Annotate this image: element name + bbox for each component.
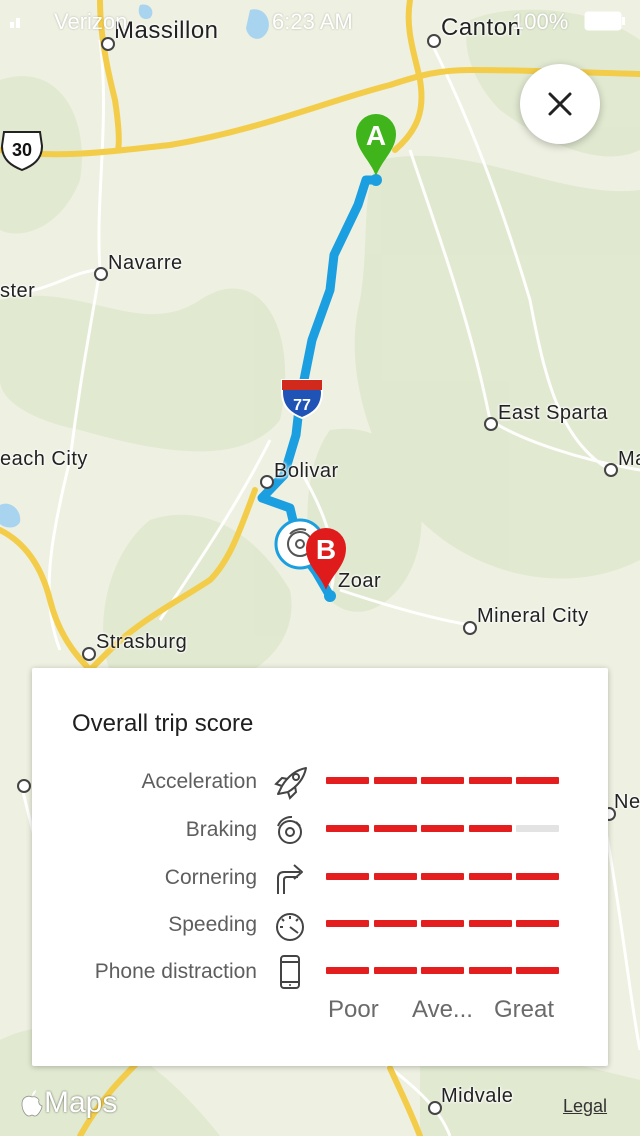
battery-percent: 100% xyxy=(512,9,569,34)
legal-link[interactable]: Legal xyxy=(563,1096,607,1117)
us-30-label: 30 xyxy=(12,140,32,160)
score-bar xyxy=(326,825,562,833)
score-label: Braking xyxy=(185,818,257,841)
score-segment xyxy=(373,777,417,784)
place-ne[interactable]: Ne xyxy=(614,791,640,814)
place-navarre[interactable]: Navarre xyxy=(108,252,183,275)
score-bar xyxy=(326,777,562,785)
speedometer-icon xyxy=(276,913,304,941)
score-segment xyxy=(468,967,512,974)
score-segment xyxy=(516,967,559,974)
score-segment xyxy=(516,873,559,880)
score-segment xyxy=(516,920,559,927)
score-segment xyxy=(516,825,559,832)
place-dot xyxy=(94,267,108,281)
place-dot xyxy=(463,621,477,635)
score-segment xyxy=(373,967,417,974)
score-segment xyxy=(468,825,512,832)
close-icon xyxy=(548,92,572,116)
score-segment xyxy=(421,967,464,974)
score-segment xyxy=(421,920,464,927)
end-marker-label: B xyxy=(316,534,336,565)
score-segment xyxy=(326,873,369,880)
place-dot xyxy=(17,779,31,793)
place-zoar[interactable]: Zoar xyxy=(338,570,381,593)
place-each-city[interactable]: each City xyxy=(0,448,88,471)
score-segment xyxy=(468,920,512,927)
maps-wordmark: Maps xyxy=(44,1086,118,1119)
brake-icon xyxy=(277,815,302,844)
signal-icon xyxy=(10,18,20,28)
score-label: Phone distraction xyxy=(94,960,257,983)
score-bar xyxy=(326,873,562,881)
score-segment xyxy=(326,920,369,927)
place-ster[interactable]: ster xyxy=(0,280,35,303)
status-bar: Verizon 6:23 AM 100% xyxy=(0,0,640,40)
score-segment xyxy=(373,873,417,880)
score-segment xyxy=(421,777,464,784)
apple-logo-icon xyxy=(21,1090,43,1117)
score-bar xyxy=(326,967,562,975)
status-time: 6:23 AM xyxy=(272,9,353,34)
phone-icon xyxy=(280,955,300,989)
score-row-cornering: Cornering xyxy=(32,858,608,898)
score-label: Speeding xyxy=(168,913,257,936)
score-segment xyxy=(373,825,417,832)
score-segment xyxy=(516,777,559,784)
score-row-speeding: Speeding xyxy=(32,905,608,945)
score-row-phone-distraction: Phone distraction xyxy=(32,952,608,992)
place-dot xyxy=(604,463,618,477)
score-segment xyxy=(326,777,369,784)
card-title: Overall trip score xyxy=(72,710,254,737)
score-label: Cornering xyxy=(164,866,257,889)
maps-attribution: Maps xyxy=(20,1086,117,1120)
score-segment xyxy=(468,777,512,784)
score-label: Acceleration xyxy=(141,770,257,793)
score-segment xyxy=(326,967,369,974)
place-east-sparta[interactable]: East Sparta xyxy=(498,402,608,425)
scale-mid-label: Ave... xyxy=(412,996,473,1023)
scale-high-label: Great xyxy=(494,996,555,1023)
place-mineral-city[interactable]: Mineral City xyxy=(477,605,589,628)
place-dot xyxy=(484,417,498,431)
score-bar xyxy=(326,920,562,928)
carrier: Verizon xyxy=(54,9,128,34)
score-segment xyxy=(373,920,417,927)
trip-score-card: Overall trip score Acceleration Braking … xyxy=(32,668,608,1066)
score-row-acceleration: Acceleration xyxy=(32,762,608,802)
battery-icon xyxy=(584,11,625,31)
score-segment xyxy=(468,873,512,880)
score-segment xyxy=(421,873,464,880)
start-marker-label: A xyxy=(366,120,386,151)
rocket-icon xyxy=(274,767,307,800)
score-segment xyxy=(421,825,464,832)
place-dot xyxy=(428,1101,442,1115)
place-midvale[interactable]: Midvale xyxy=(441,1085,513,1108)
score-row-braking: Braking xyxy=(32,810,608,850)
place-bolivar[interactable]: Bolivar xyxy=(274,460,339,483)
place-ma[interactable]: Ma xyxy=(618,448,640,471)
place-strasburg[interactable]: Strasburg xyxy=(96,631,187,654)
close-button[interactable] xyxy=(520,64,600,144)
i-77-label: 77 xyxy=(293,397,311,414)
place-dot xyxy=(82,647,96,661)
scale-low-label: Poor xyxy=(328,996,379,1023)
place-dot xyxy=(260,475,274,489)
score-segment xyxy=(326,825,369,832)
turn-right-icon xyxy=(277,864,303,894)
